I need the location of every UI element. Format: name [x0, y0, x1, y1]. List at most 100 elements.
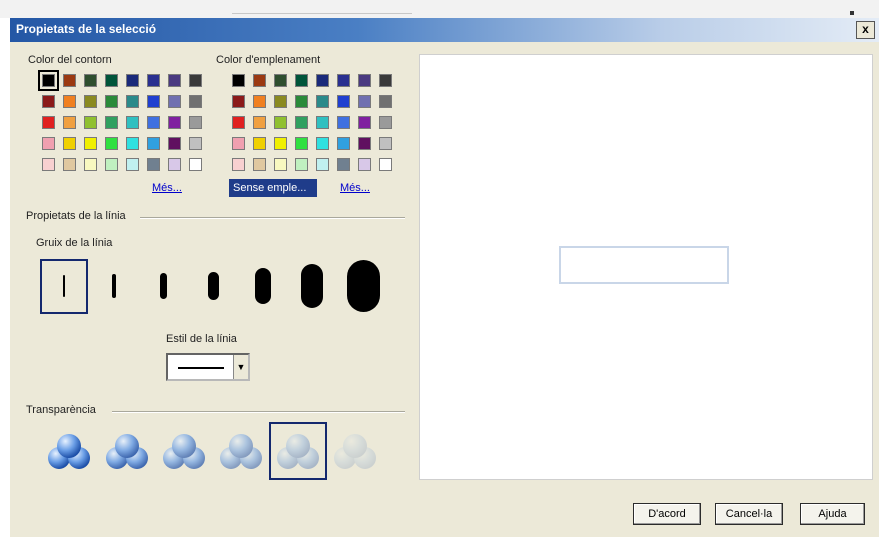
- no-fill-button[interactable]: Sense emple...: [229, 179, 317, 197]
- fill-swatch[interactable]: [295, 116, 308, 129]
- outline-swatch[interactable]: [126, 158, 139, 171]
- outline-swatch[interactable]: [42, 158, 55, 171]
- fill-swatch[interactable]: [253, 95, 266, 108]
- fill-swatch[interactable]: [253, 116, 266, 129]
- fill-swatch[interactable]: [316, 137, 329, 150]
- thickness-option-3[interactable]: [160, 273, 167, 299]
- fill-swatch[interactable]: [316, 116, 329, 129]
- fill-more-colors-link[interactable]: Més...: [340, 182, 370, 194]
- fill-swatch[interactable]: [232, 74, 245, 87]
- fill-swatch[interactable]: [295, 74, 308, 87]
- thickness-option-4[interactable]: [208, 272, 219, 300]
- fill-swatch[interactable]: [379, 116, 392, 129]
- fill-swatch[interactable]: [253, 137, 266, 150]
- thickness-option-2[interactable]: [112, 274, 116, 298]
- fill-swatch[interactable]: [232, 95, 245, 108]
- transparency-option-icon[interactable]: [161, 432, 207, 472]
- fill-swatch[interactable]: [295, 137, 308, 150]
- outline-swatch[interactable]: [189, 95, 202, 108]
- transparency-option-icon[interactable]: [104, 432, 150, 472]
- fill-swatch[interactable]: [253, 158, 266, 171]
- fill-swatch[interactable]: [379, 74, 392, 87]
- outline-swatch[interactable]: [42, 137, 55, 150]
- fill-swatch[interactable]: [295, 95, 308, 108]
- outline-swatch[interactable]: [105, 158, 118, 171]
- fill-swatch[interactable]: [379, 158, 392, 171]
- outline-swatch[interactable]: [147, 137, 160, 150]
- outline-swatch[interactable]: [189, 74, 202, 87]
- outline-more-colors-link[interactable]: Més...: [152, 182, 182, 194]
- outline-swatch[interactable]: [126, 95, 139, 108]
- fill-swatch[interactable]: [295, 158, 308, 171]
- help-button[interactable]: Ajuda: [800, 503, 865, 525]
- outline-swatch[interactable]: [105, 74, 118, 87]
- outline-swatch[interactable]: [126, 74, 139, 87]
- outline-swatch[interactable]: [84, 116, 97, 129]
- outline-swatch[interactable]: [105, 116, 118, 129]
- thickness-option-5[interactable]: [255, 268, 271, 304]
- outline-swatch[interactable]: [147, 116, 160, 129]
- outline-swatch[interactable]: [84, 158, 97, 171]
- fill-swatch[interactable]: [379, 137, 392, 150]
- outline-swatch[interactable]: [63, 95, 76, 108]
- cancel-button[interactable]: Cancel·la: [715, 503, 783, 525]
- outline-swatch[interactable]: [147, 74, 160, 87]
- fill-swatch[interactable]: [337, 158, 350, 171]
- transparency-option-icon[interactable]: [46, 432, 92, 472]
- fill-swatch[interactable]: [274, 95, 287, 108]
- chevron-down-icon[interactable]: ▼: [233, 355, 248, 379]
- thickness-option-6[interactable]: [301, 264, 323, 308]
- line-style-select[interactable]: ▼: [166, 353, 250, 381]
- outline-swatch[interactable]: [168, 74, 181, 87]
- fill-swatch[interactable]: [337, 95, 350, 108]
- fill-swatch[interactable]: [358, 116, 371, 129]
- outline-swatch[interactable]: [63, 158, 76, 171]
- outline-swatch[interactable]: [38, 70, 59, 91]
- fill-swatch[interactable]: [274, 137, 287, 150]
- fill-swatch[interactable]: [253, 74, 266, 87]
- transparency-option-icon[interactable]: [275, 432, 321, 472]
- outline-swatch[interactable]: [168, 116, 181, 129]
- fill-swatch[interactable]: [232, 137, 245, 150]
- outline-swatch[interactable]: [105, 137, 118, 150]
- outline-swatch[interactable]: [126, 116, 139, 129]
- fill-swatch[interactable]: [358, 74, 371, 87]
- thickness-option-7[interactable]: [347, 260, 380, 312]
- outline-swatch[interactable]: [105, 95, 118, 108]
- outline-swatch[interactable]: [63, 137, 76, 150]
- transparency-option-icon[interactable]: [218, 432, 264, 472]
- outline-swatch[interactable]: [84, 137, 97, 150]
- fill-swatch[interactable]: [316, 158, 329, 171]
- fill-swatch[interactable]: [358, 137, 371, 150]
- fill-swatch[interactable]: [232, 158, 245, 171]
- outline-swatch[interactable]: [126, 137, 139, 150]
- fill-swatch[interactable]: [337, 116, 350, 129]
- title-bar[interactable]: Propietats de la selecció x: [10, 18, 879, 42]
- fill-swatch[interactable]: [274, 74, 287, 87]
- fill-swatch[interactable]: [379, 95, 392, 108]
- fill-swatch[interactable]: [337, 137, 350, 150]
- outline-swatch[interactable]: [84, 74, 97, 87]
- outline-swatch[interactable]: [147, 158, 160, 171]
- outline-swatch[interactable]: [147, 95, 160, 108]
- outline-swatch[interactable]: [168, 137, 181, 150]
- outline-swatch[interactable]: [84, 95, 97, 108]
- close-button[interactable]: x: [856, 21, 875, 39]
- fill-swatch[interactable]: [274, 158, 287, 171]
- outline-swatch[interactable]: [42, 116, 55, 129]
- outline-swatch[interactable]: [189, 158, 202, 171]
- fill-swatch[interactable]: [358, 158, 371, 171]
- outline-swatch[interactable]: [63, 74, 76, 87]
- fill-swatch[interactable]: [316, 95, 329, 108]
- outline-swatch[interactable]: [168, 95, 181, 108]
- outline-swatch[interactable]: [63, 116, 76, 129]
- fill-swatch[interactable]: [358, 95, 371, 108]
- outline-swatch[interactable]: [42, 95, 55, 108]
- ok-button[interactable]: D'acord: [633, 503, 701, 525]
- fill-swatch[interactable]: [337, 74, 350, 87]
- thickness-option-1[interactable]: [63, 275, 65, 297]
- transparency-option-icon[interactable]: [332, 432, 378, 472]
- outline-swatch[interactable]: [168, 158, 181, 171]
- fill-swatch[interactable]: [316, 74, 329, 87]
- fill-swatch[interactable]: [232, 116, 245, 129]
